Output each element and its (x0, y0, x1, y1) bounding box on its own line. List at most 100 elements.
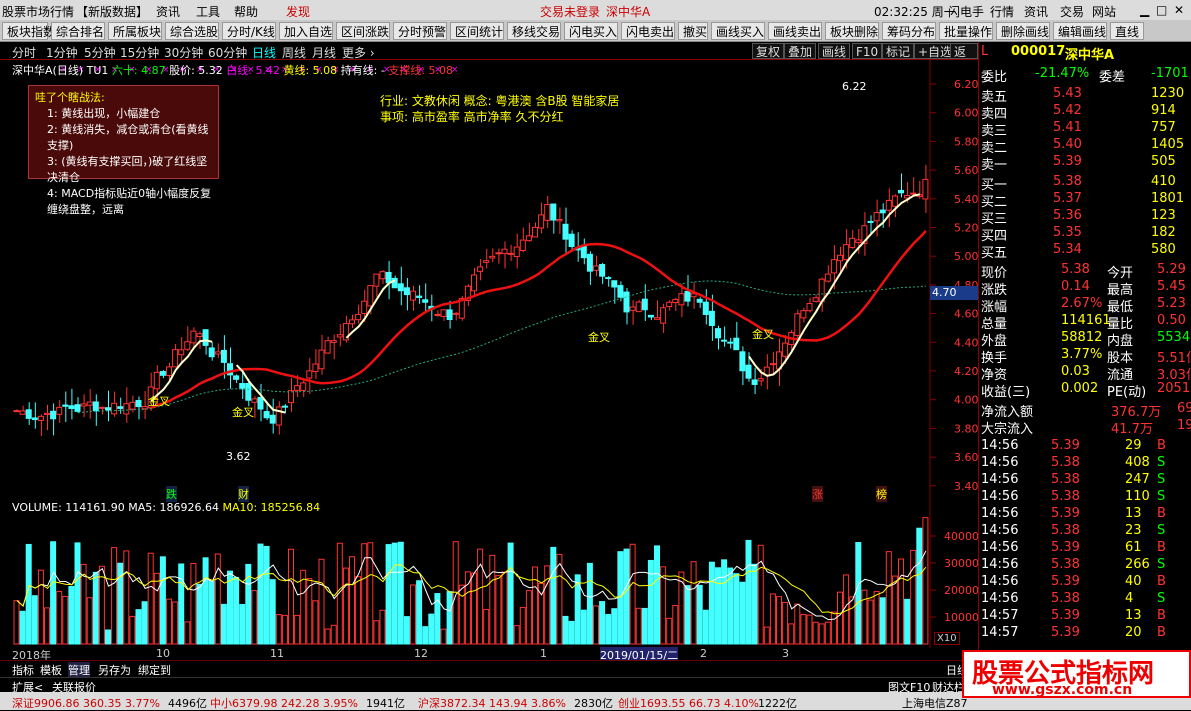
candle (696, 298, 703, 303)
volume-bar (403, 616, 410, 645)
price-axis-label: 5.20 (954, 222, 978, 235)
volume-axis-label: 10000 (944, 611, 978, 624)
candle (153, 371, 160, 390)
chart-tool-button[interactable]: 返回 (950, 43, 978, 75)
bottom-tab[interactable]: 模板 (40, 662, 62, 678)
toolbar-button[interactable]: 区间统计 (450, 22, 504, 40)
price-axis-label: 4.00 (954, 394, 978, 407)
toolbar-button[interactable]: 移线交易 (507, 22, 561, 40)
chart-tool-button[interactable]: 复权 (752, 43, 785, 59)
market-code-prefix: L (981, 44, 989, 59)
toolbar-button[interactable]: 分时预警 (393, 22, 447, 40)
price-axis-label: 6.00 (954, 107, 978, 120)
period-tab[interactable]: 更多 › (342, 44, 375, 61)
toolbar-button[interactable]: 板块删除 (825, 22, 879, 40)
flow-label: 大宗流入 (981, 422, 1034, 437)
toolbar-button[interactable]: 画线卖出 (768, 22, 822, 40)
toolbar-button[interactable]: 区间涨跌 (336, 22, 390, 40)
index-summary[interactable]: 创业1693.55 66.73 4.10% (618, 695, 759, 711)
toolbar-button[interactable]: 筹码分布 (882, 22, 936, 40)
menu-market[interactable]: 股票市场行情 (2, 3, 74, 20)
toolbar-button[interactable]: 综合排名 (51, 22, 105, 40)
period-tab[interactable]: 60分钟 (208, 44, 247, 61)
volume-chart[interactable]: 40000 30000 20000 10000 (0, 500, 978, 648)
tick-side: B (1157, 506, 1166, 521)
candle (507, 252, 514, 255)
btn-web[interactable]: 网站 (1092, 3, 1116, 20)
chart-tool-button[interactable]: 标记 (882, 43, 915, 59)
index-summary[interactable]: 1222亿 (758, 695, 797, 711)
tick-side: B (1157, 608, 1166, 623)
menu-tools[interactable]: 工具 (196, 3, 220, 20)
event-cai[interactable]: 财 (238, 486, 249, 502)
golden-cross-label: 金叉 (148, 395, 170, 408)
close-icon[interactable]: ✕ (1174, 3, 1184, 17)
index-summary[interactable]: 沪深3872.34 143.94 3.86% (418, 695, 566, 711)
chart-tool-button[interactable]: F10 (852, 43, 883, 59)
toolbar-button[interactable]: 综合选股 (165, 22, 219, 40)
event-zhang[interactable]: 涨 (812, 486, 823, 502)
bottom-tab[interactable]: 指标 (12, 662, 34, 678)
sell-row: 卖一 5.39 505 (981, 154, 1189, 173)
volume-bar (178, 563, 185, 645)
menu-news[interactable]: 资讯 (156, 3, 180, 20)
chart-tool-button[interactable]: 叠加 (784, 43, 817, 59)
period-tab[interactable]: 30分钟 (164, 44, 203, 61)
menu-help[interactable]: 帮助 (234, 3, 258, 20)
sell-price: 5.40 (1053, 137, 1082, 152)
candle (397, 283, 404, 292)
tick-price: 5.39 (1051, 574, 1080, 589)
btn-trade[interactable]: 交易 (1060, 3, 1084, 20)
toolbar-button[interactable]: 批量操作 (939, 22, 993, 40)
tick-price: 5.39 (1051, 540, 1080, 555)
btn-quote[interactable]: 行情 (990, 3, 1014, 20)
candle (86, 401, 93, 406)
chart-tool-button[interactable]: 画线 (818, 43, 851, 59)
tick-time: 14:56 (981, 506, 1019, 521)
candle (13, 410, 20, 413)
buy-price: 5.38 (1053, 174, 1082, 189)
btn-flash[interactable]: 闪电手 (948, 3, 984, 20)
candle (593, 265, 599, 271)
toolbar-button[interactable]: 编辑画线 (1053, 22, 1107, 40)
period-tab[interactable]: 5分钟 (84, 44, 116, 61)
watermark-logo: 股票公式指标网 www.gszx.com.cn (962, 650, 1191, 698)
toolbar-button[interactable]: 直线 (1110, 22, 1144, 40)
date-tick: 12 (414, 647, 428, 660)
toolbar-button[interactable]: 画线买入 (711, 22, 765, 40)
period-tab[interactable]: 分时 (12, 44, 36, 61)
tick-price: 5.38 (1051, 472, 1080, 487)
index-summary[interactable]: 1941亿 (366, 695, 405, 711)
bottom-tab[interactable]: 另存为 (98, 662, 131, 678)
candle (288, 390, 294, 404)
weibi-row: 委比 -21.47% 委差 -1701 (981, 66, 1189, 85)
minimize-icon[interactable]: ▁ (1140, 3, 1149, 17)
period-tab[interactable]: 月线 (312, 44, 336, 61)
toolbar-button[interactable]: 删除画线 (996, 22, 1050, 40)
menu-newdata[interactable]: 【新版数据】 (76, 3, 148, 20)
index-summary[interactable]: 2830亿 (574, 695, 613, 711)
event-die[interactable]: 跌 (166, 486, 177, 502)
menu-discover[interactable]: 发现 (286, 3, 310, 20)
index-summary[interactable]: 中小6379.98 242.28 3.95% (210, 695, 358, 711)
index-summary[interactable]: 4496亿 (168, 695, 207, 711)
event-bang[interactable]: 榜 (876, 486, 887, 502)
toolbar-button[interactable]: 加入自选 (279, 22, 333, 40)
candle (824, 273, 831, 282)
period-tab[interactable]: 15分钟 (120, 44, 159, 61)
period-tab[interactable]: 日线 (252, 44, 276, 61)
toolbar-button[interactable]: 板块指数 (2, 22, 55, 40)
toolbar-button[interactable]: 所属板块 (108, 22, 162, 40)
index-summary[interactable]: 深证9906.86 360.35 3.77% (12, 695, 160, 711)
period-tab[interactable]: 周线 (282, 44, 306, 61)
toolbar-button[interactable]: 闪电卖出 (621, 22, 675, 40)
date-tick: 10 (156, 647, 170, 660)
bottom-tab[interactable]: 绑定到 (138, 662, 171, 678)
maximize-icon[interactable]: □ (1156, 3, 1167, 17)
toolbar-button[interactable]: 分时/K线 (222, 22, 276, 40)
toolbar-button[interactable]: 撤买 (678, 22, 708, 40)
toolbar-button[interactable]: 闪电买入 (564, 22, 618, 40)
btn-news[interactable]: 资讯 (1024, 3, 1048, 20)
bottom-tab[interactable]: 管理 (68, 662, 90, 678)
period-tab[interactable]: 1分钟 (46, 44, 78, 61)
